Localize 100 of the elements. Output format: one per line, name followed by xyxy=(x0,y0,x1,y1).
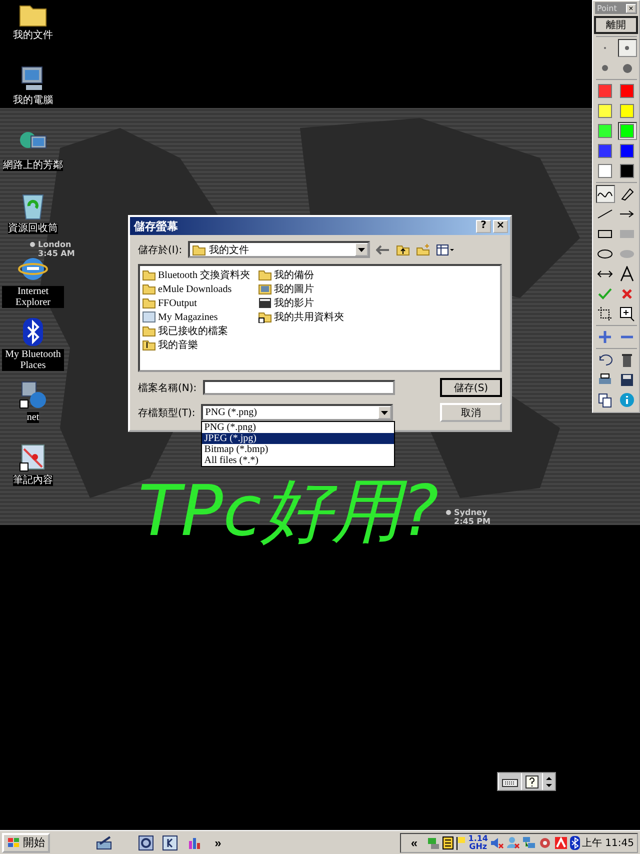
windows-logo-icon xyxy=(7,836,21,848)
quick-launch-button[interactable] xyxy=(160,832,180,852)
desktop-icon-label[interactable]: 資源回收筒 xyxy=(8,223,58,234)
dot-icon xyxy=(622,64,632,72)
text-tool-icon xyxy=(619,266,635,282)
cpu-speed: 1.14 xyxy=(468,834,488,842)
tray-clock[interactable]: 上午 11:45 xyxy=(582,836,634,850)
plus-icon xyxy=(597,329,613,345)
close-button[interactable]: × xyxy=(626,4,636,12)
save-in-dropdown[interactable]: 我的文件 xyxy=(188,241,370,258)
browser-icon xyxy=(138,834,154,850)
file-item[interactable]: 我的共用資料夾 xyxy=(274,310,344,324)
music-folder-icon xyxy=(142,339,156,351)
file-item[interactable]: FFOutput xyxy=(158,298,197,308)
save-button[interactable]: 儲存(S) xyxy=(440,378,502,397)
folder-icon xyxy=(142,269,156,281)
scroll-button[interactable] xyxy=(542,773,555,790)
folder-icon xyxy=(142,325,156,337)
clock-dot-icon xyxy=(30,242,35,247)
info-icon xyxy=(619,392,635,408)
tray-expand-button[interactable]: « xyxy=(404,832,424,852)
file-type-dropdown[interactable]: PNG (*.png) xyxy=(201,404,394,421)
letter-k-tile-icon xyxy=(162,834,178,850)
clock-time: 2:45 PM xyxy=(453,517,491,526)
folder-icon xyxy=(142,283,156,295)
handwritten-ink: TPc好用? xyxy=(138,476,439,546)
file-item[interactable]: 我的圖片 xyxy=(274,282,314,296)
volume-muted-icon[interactable] xyxy=(490,836,504,850)
dot-icon xyxy=(602,65,608,71)
file-item[interactable]: 我的影片 xyxy=(274,296,314,310)
pen-size-button[interactable] xyxy=(618,39,636,57)
filename-input[interactable] xyxy=(202,380,395,395)
more-button[interactable]: » xyxy=(208,832,228,852)
file-item[interactable]: 我已接收的檔案 xyxy=(158,324,228,338)
dot-icon xyxy=(625,46,629,50)
tool-button[interactable] xyxy=(618,305,636,323)
file-item[interactable]: 我的備份 xyxy=(274,268,314,282)
desktop-icon-label[interactable]: 筆記內容 xyxy=(13,475,53,486)
clock-city: Sydney xyxy=(454,508,488,517)
folder-icon xyxy=(258,269,272,281)
close-button[interactable]: × xyxy=(493,220,508,232)
pictures-folder-icon xyxy=(258,283,272,295)
up-folder-icon[interactable] xyxy=(396,244,410,256)
filename-label: 檔案名稱(N): xyxy=(138,382,197,394)
exit-button[interactable]: 離開 xyxy=(594,16,638,34)
desktop-icon-label[interactable]: 我的電腦 xyxy=(13,95,53,106)
user-disconnected-icon[interactable] xyxy=(506,836,520,850)
shared-folder-icon xyxy=(258,311,272,323)
dialog-title: 儲存螢幕 xyxy=(134,218,178,234)
desktop-icon-label[interactable]: 我的文件 xyxy=(13,30,53,41)
quick-launch-button[interactable] xyxy=(136,832,156,852)
clock-time: 3:45 AM xyxy=(37,249,75,258)
folder-icon xyxy=(142,297,156,309)
save-icon xyxy=(619,372,635,388)
file-item[interactable]: eMule Downloads xyxy=(158,284,232,294)
file-item[interactable]: 我的音樂 xyxy=(158,338,198,352)
cancel-button[interactable]: 取消 xyxy=(440,403,502,422)
bluetooth-icon[interactable] xyxy=(570,836,580,850)
crop-icon xyxy=(597,306,613,322)
minus-icon xyxy=(620,335,634,339)
magazine-icon xyxy=(142,311,156,323)
list-icon[interactable] xyxy=(442,836,454,850)
pen-on-paper-icon xyxy=(96,836,112,850)
folder-icon xyxy=(192,244,206,256)
clock-city: London xyxy=(38,240,72,249)
help-icon xyxy=(525,774,539,788)
desktop-icon-label[interactable]: My Bluetooth Places xyxy=(2,349,64,371)
start-button[interactable]: 開始 xyxy=(2,832,50,852)
undo-icon xyxy=(597,352,613,368)
file-type-option[interactable]: JPEG (*.jpg) xyxy=(202,433,394,444)
desktop-icon-label[interactable]: 網路上的芳鄰 xyxy=(3,160,63,171)
tool-button[interactable] xyxy=(596,185,614,203)
keyboard-icon xyxy=(502,776,518,786)
toolbar-title: Point xyxy=(597,4,617,12)
trash-icon xyxy=(619,352,635,368)
file-type-label: 存檔類型(T): xyxy=(138,406,196,420)
desktop-icon-label[interactable]: Internet Explorer xyxy=(2,286,64,308)
up-down-arrows-icon xyxy=(546,776,552,788)
video-folder-icon xyxy=(258,297,272,309)
checkmark-icon xyxy=(597,286,613,302)
desktop-icon-label[interactable]: net xyxy=(26,412,40,423)
file-item[interactable]: Bluetooth 交換資料夾 xyxy=(158,268,250,282)
eraser-icon xyxy=(619,186,635,202)
keyboard-button[interactable] xyxy=(498,773,521,790)
back-arrow-icon[interactable] xyxy=(376,244,390,256)
flag-icon[interactable] xyxy=(456,836,466,850)
view-menu-icon[interactable] xyxy=(436,244,454,256)
tool-button[interactable] xyxy=(618,265,636,283)
help-button[interactable]: ? xyxy=(476,220,491,232)
file-type-value: PNG (*.png) xyxy=(205,407,257,418)
caret-icon xyxy=(358,248,366,252)
caret-icon xyxy=(381,410,388,414)
clock-dot-icon xyxy=(446,510,451,515)
file-item[interactable]: My Magazines xyxy=(158,312,218,322)
save-in-label: 儲存於(I): xyxy=(138,244,182,256)
tool-button[interactable] xyxy=(596,391,614,409)
network-shortcut-icon xyxy=(18,380,48,410)
tool-button[interactable] xyxy=(596,305,614,323)
zoom-icon xyxy=(619,306,635,322)
save-in-value: 我的文件 xyxy=(209,244,250,256)
